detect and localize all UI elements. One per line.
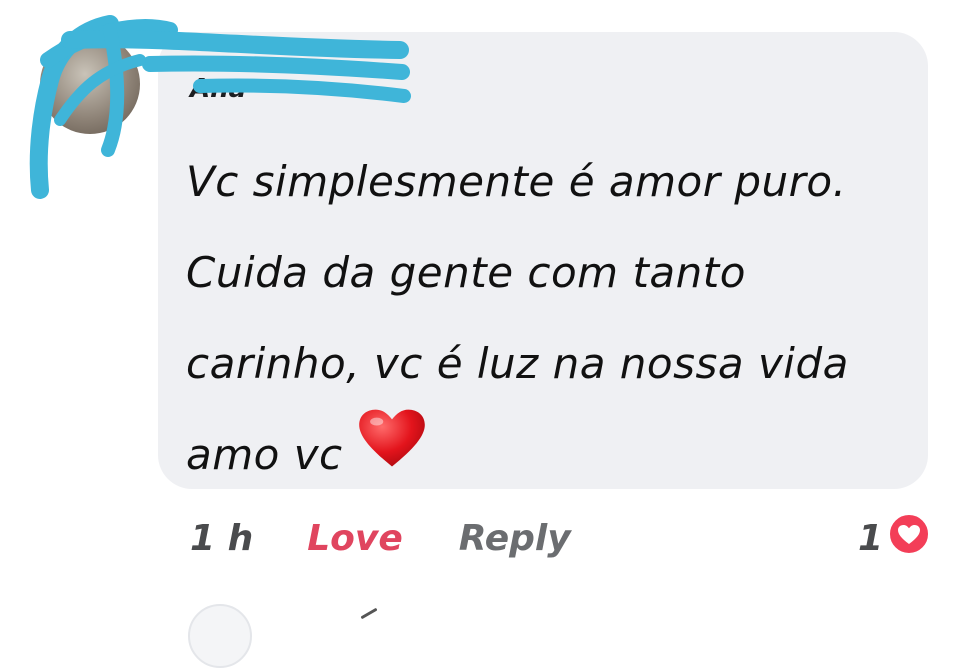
reaction-count: 1 [858,517,884,559]
commenter-avatar[interactable] [40,34,140,134]
next-comment-text-fragment [360,607,378,620]
reply-button[interactable]: Reply [459,518,571,559]
comment-actions: 1 h Love Reply [190,513,571,563]
love-reaction-icon [887,512,931,565]
reaction-summary[interactable]: 1 [858,512,931,565]
heart-emoji-icon [357,407,427,500]
love-button[interactable]: Love [307,518,403,559]
comment-text-body: Vc simplesmente é amor puro. Cuida da ge… [186,157,849,479]
comment-text: Vc simplesmente é amor puro. Cuida da ge… [186,136,876,504]
next-comment-avatar[interactable] [188,604,252,668]
comment-timestamp[interactable]: 1 h [190,518,253,559]
comment-author-name[interactable]: Ana [190,74,246,104]
